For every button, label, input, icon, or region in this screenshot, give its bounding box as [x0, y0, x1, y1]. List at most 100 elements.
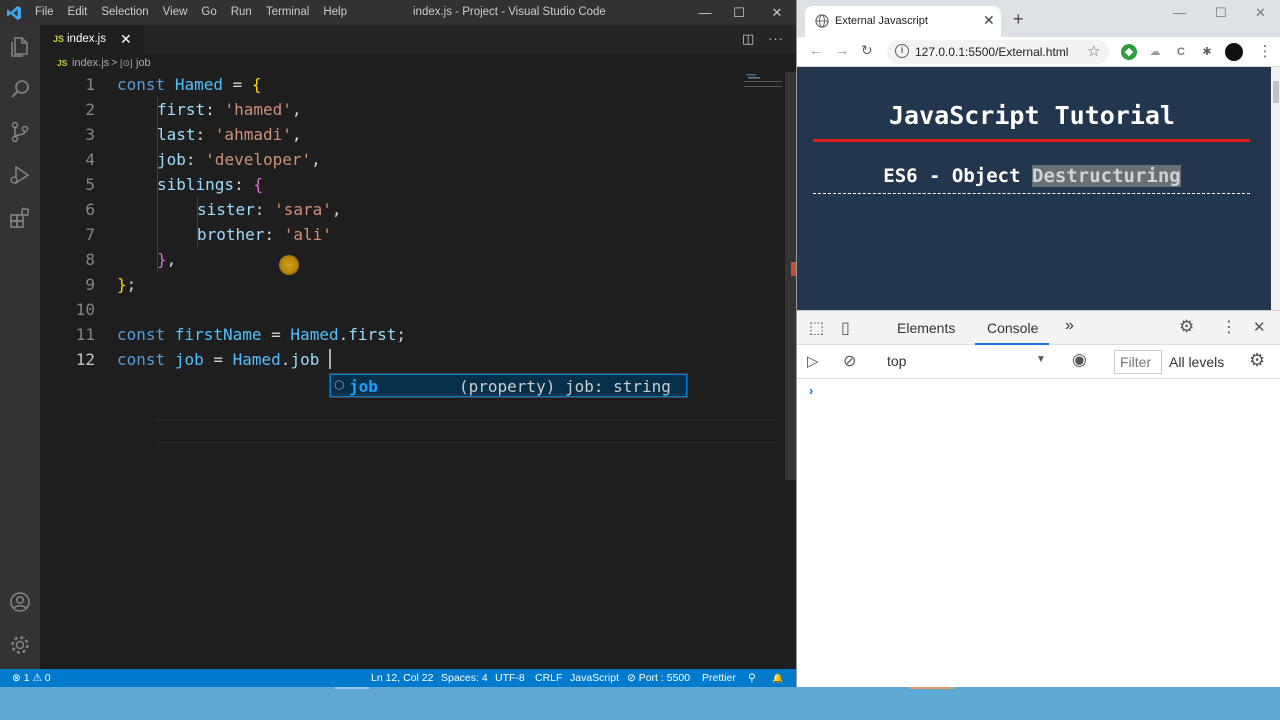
more-tabs-icon[interactable]: » [1065, 317, 1074, 335]
address-bar[interactable]: i 127.0.0.1:5500/External.html ☆ [887, 40, 1109, 64]
subtitle-divider [813, 193, 1250, 194]
tab-elements[interactable]: Elements [897, 320, 955, 336]
browser-tab-close-icon[interactable]: ✕ [983, 12, 995, 29]
devtools-close-icon[interactable]: ✕ [1253, 318, 1266, 336]
tab-index-js[interactable]: JS index.js ✕ [40, 25, 144, 54]
profile-avatar[interactable] [1225, 43, 1243, 61]
line-ending[interactable]: CRLF [535, 669, 562, 687]
notifications-bell-icon[interactable]: 🔔 [772, 669, 783, 687]
browser-maximize-button[interactable]: ☐ [1215, 5, 1227, 21]
browser-tab-active[interactable]: External Javascript ✕ [805, 6, 1001, 37]
filter-input[interactable]: Filter [1114, 350, 1162, 374]
extension-green-icon[interactable]: ◆ [1121, 44, 1137, 60]
bookmark-star-icon[interactable]: ☆ [1087, 42, 1100, 60]
search-icon[interactable] [8, 77, 32, 101]
suggestion-item-job[interactable]: ⬡ job (property) job: string [330, 374, 687, 397]
browser-tab-title: External Javascript [835, 15, 928, 27]
feedback-icon[interactable]: ⚲ [748, 669, 756, 687]
suggestion-widget[interactable]: ⬡ job (property) job: string [329, 373, 688, 398]
browser-minimize-button[interactable]: — [1173, 5, 1186, 20]
browser-window: External Javascript ✕ + — ☐ ✕ ← → ↻ i 12… [796, 0, 1280, 687]
code-line: const firstName = Hamed.first; [117, 325, 407, 344]
property-icon: ⬡ [334, 378, 345, 392]
minimap[interactable] [742, 72, 784, 92]
console-settings-icon[interactable]: ⚙ [1249, 350, 1265, 371]
line-number: 12 [75, 350, 95, 369]
prettier-status[interactable]: Prettier [702, 669, 736, 687]
taskbar-app-indicator [910, 687, 954, 689]
device-toolbar-icon[interactable]: ▯ [841, 318, 850, 338]
language-mode[interactable]: JavaScript [570, 669, 619, 687]
line-number: 5 [85, 175, 95, 194]
line-number: 6 [85, 200, 95, 219]
suggestion-detail: (property) job: string [459, 377, 671, 396]
menu-file[interactable]: File [28, 0, 61, 25]
web-page: JavaScript Tutorial ES6 - Object Destruc… [797, 67, 1271, 310]
js-file-icon: JS [57, 58, 68, 68]
extension-c-icon[interactable]: C [1173, 44, 1189, 60]
breadcrumb: JS index.js > [⊙] job [40, 54, 796, 72]
page-scroll-thumb[interactable] [1273, 81, 1279, 103]
account-icon[interactable] [8, 590, 32, 614]
inspect-element-icon[interactable]: ⬚ [809, 318, 824, 338]
source-control-icon[interactable] [8, 120, 32, 144]
menu-go[interactable]: Go [194, 0, 223, 25]
menu-run[interactable]: Run [224, 0, 259, 25]
clear-console-icon[interactable]: ⊘ [843, 351, 856, 371]
explorer-icon[interactable] [8, 35, 32, 59]
status-bar: ⊗ 1 ⚠ 0 Ln 12, Col 22 Spaces: 4 UTF-8 CR… [0, 669, 796, 687]
selected-text[interactable]: Destructuring [1032, 165, 1181, 187]
activity-bar [0, 25, 40, 669]
problems-indicator[interactable]: ⊗ 1 ⚠ 0 [12, 669, 51, 687]
settings-gear-icon[interactable] [8, 633, 32, 657]
reload-icon[interactable]: ↻ [861, 42, 873, 59]
browser-menu-icon[interactable]: ⋮ [1257, 44, 1273, 60]
menu-terminal[interactable]: Terminal [259, 0, 316, 25]
extension-cloud-icon[interactable]: ☁ [1147, 44, 1163, 60]
code-editor[interactable]: 1 2 3 4 5 6 7 8 9 10 11 12 const Hamed =… [40, 72, 784, 669]
split-editor-icon[interactable]: ◫ [742, 31, 754, 47]
menu-view[interactable]: View [156, 0, 195, 25]
maximize-button[interactable]: ☐ [720, 0, 758, 25]
close-window-button[interactable]: ✕ [758, 0, 796, 25]
page-scrollbar[interactable] [1271, 67, 1280, 310]
encoding[interactable]: UTF-8 [495, 669, 525, 687]
code-line: first: 'hamed', [157, 100, 302, 119]
browser-toolbar: ← → ↻ i 127.0.0.1:5500/External.html ☆ ◆… [797, 37, 1280, 67]
indentation[interactable]: Spaces: 4 [441, 669, 488, 687]
menu-selection[interactable]: Selection [94, 0, 155, 25]
line-number: 1 [85, 75, 95, 94]
code-line: const job = Hamed.job [117, 350, 320, 369]
menu-edit[interactable]: Edit [61, 0, 95, 25]
more-actions-icon[interactable]: ··· [768, 31, 784, 46]
extensions-icon[interactable] [8, 206, 32, 230]
vscode-titlebar: File Edit Selection View Go Run Terminal… [0, 0, 796, 25]
extensions-puzzle-icon[interactable]: ✱ [1199, 44, 1215, 60]
console-output[interactable]: › [797, 379, 1280, 687]
forward-icon[interactable]: → [835, 42, 849, 58]
new-tab-button[interactable]: + [1013, 9, 1024, 30]
breadcrumb-symbol[interactable]: job [136, 54, 151, 72]
show-sidebar-icon[interactable]: ▷ [807, 352, 819, 370]
back-icon[interactable]: ← [809, 42, 823, 58]
breadcrumb-file[interactable]: index.js [72, 54, 109, 72]
minimize-button[interactable]: — [686, 0, 724, 25]
vscode-logo-icon [7, 6, 21, 20]
log-levels-select[interactable]: All levels [1169, 354, 1224, 370]
cursor-position[interactable]: Ln 12, Col 22 [371, 669, 433, 687]
console-prompt-chevron[interactable]: › [809, 383, 813, 398]
line-number: 3 [85, 125, 95, 144]
site-info-icon[interactable]: i [895, 44, 909, 58]
live-server-port[interactable]: ⊘ Port : 5500 [627, 669, 690, 687]
taskbar-app-indicator [335, 687, 369, 689]
run-debug-icon[interactable] [8, 163, 32, 187]
context-select[interactable]: top ▼ [882, 350, 1052, 374]
browser-tabbar: External Javascript ✕ + — ☐ ✕ [797, 0, 1280, 37]
devtools-menu-icon[interactable]: ⋮ [1221, 317, 1237, 337]
devtools-settings-icon[interactable]: ⚙ [1179, 317, 1194, 337]
editor-scrollbar[interactable] [785, 72, 796, 480]
tab-console[interactable]: Console [987, 320, 1038, 336]
browser-close-button[interactable]: ✕ [1255, 5, 1266, 21]
live-expression-eye-icon[interactable]: ◉ [1072, 350, 1087, 370]
tab-close-icon[interactable]: ✕ [120, 31, 132, 48]
